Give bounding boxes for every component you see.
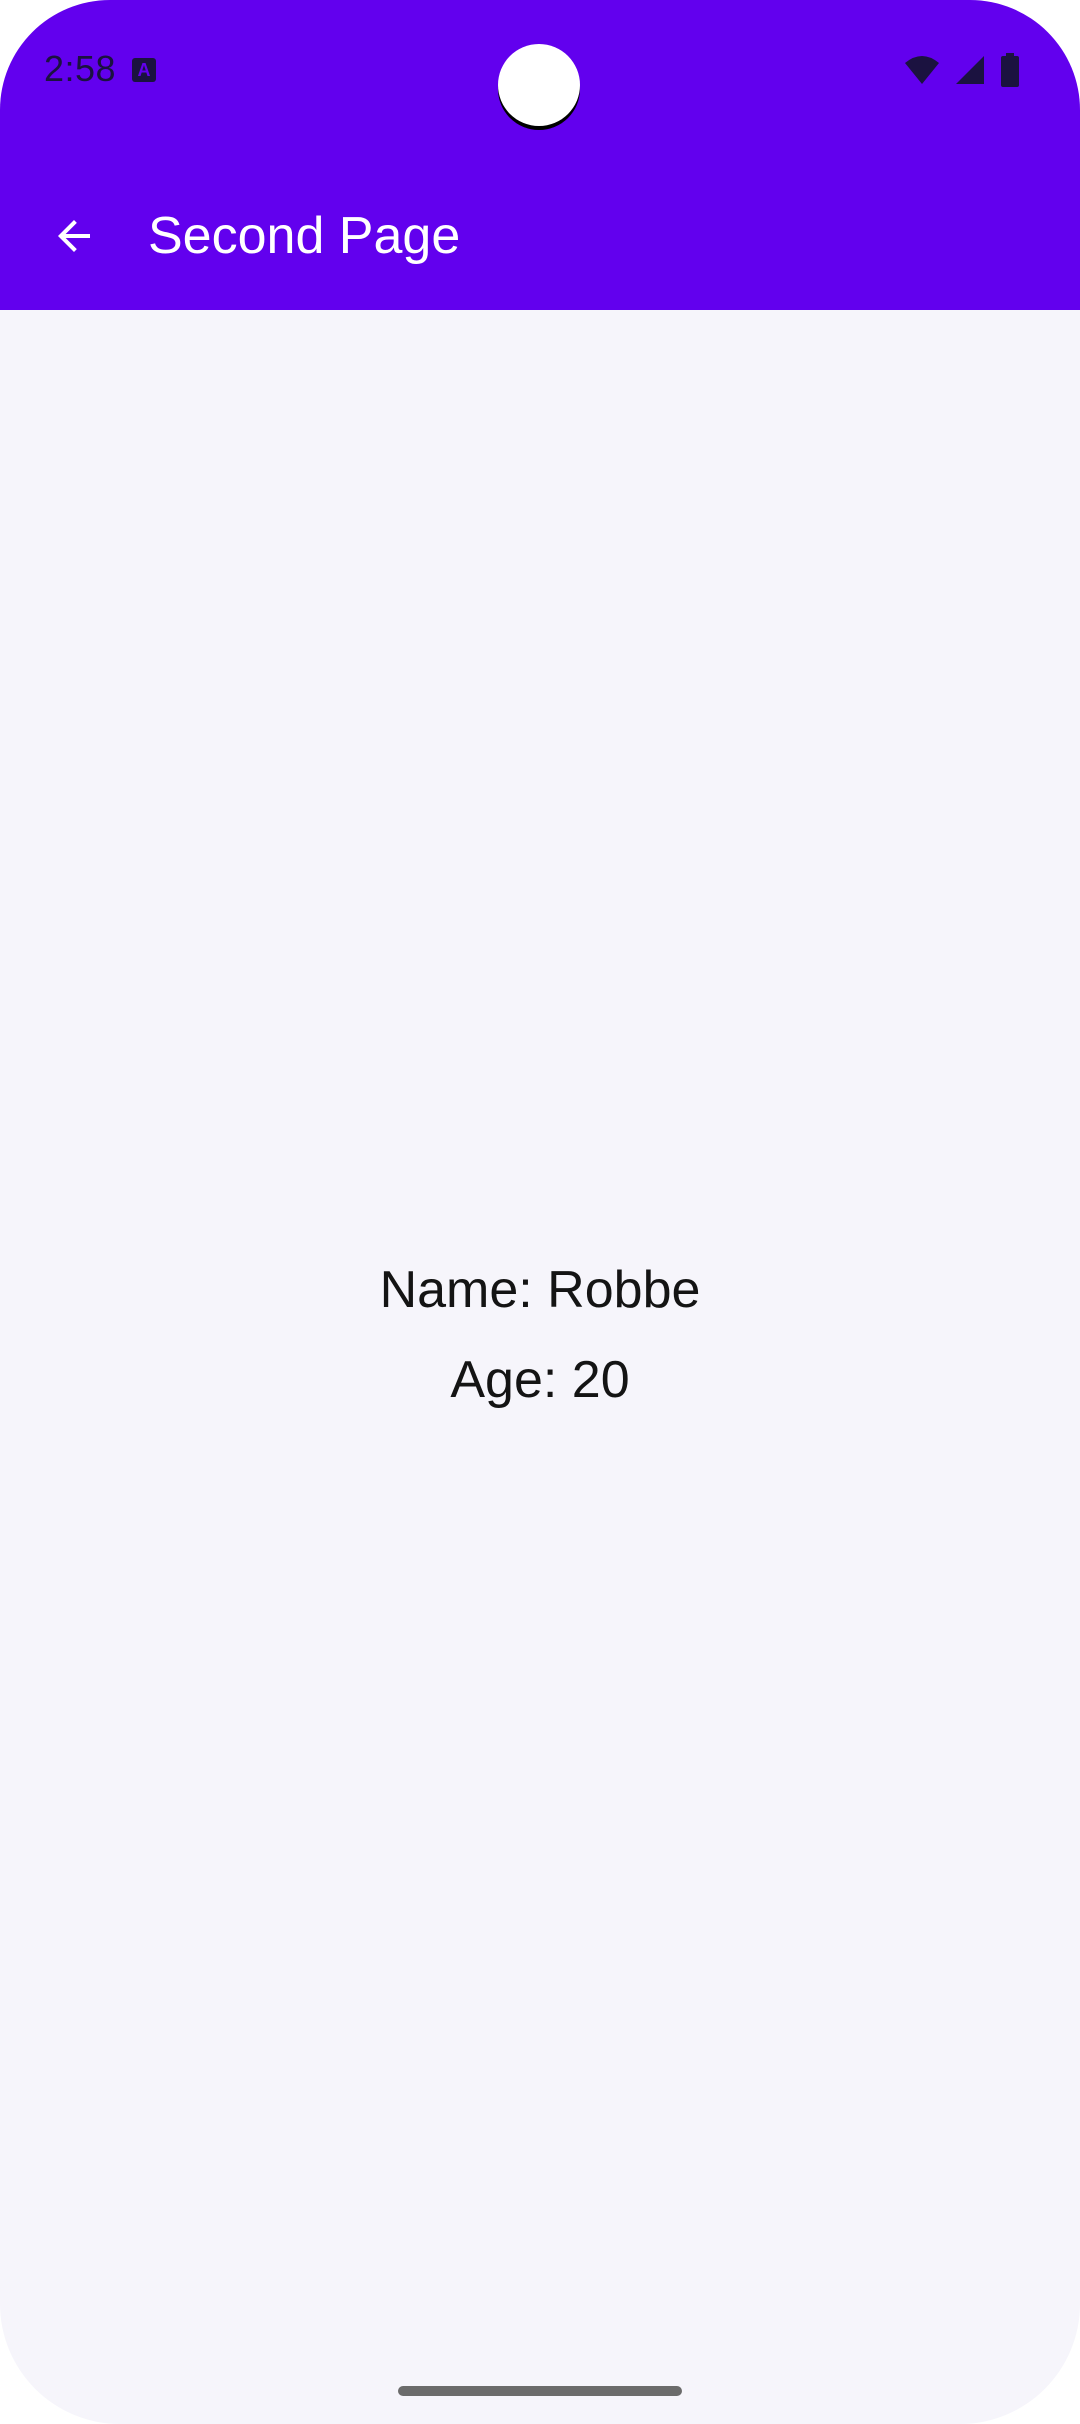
camera-cutout [498, 44, 580, 126]
status-time: 2:58 [44, 48, 117, 89]
home-indicator[interactable] [398, 2386, 682, 2396]
back-button[interactable] [30, 192, 118, 280]
phone-screen: 2:58 A Second Page Name: Robbe Age: 20 [0, 0, 1080, 2424]
status-bar: 2:58 A [0, 0, 1080, 140]
battery-icon [1001, 53, 1019, 87]
wifi-icon [905, 56, 939, 84]
top-app-area: 2:58 A Second Page [0, 0, 1080, 310]
name-text: Name: Robbe [379, 1261, 701, 1319]
signal-icon [956, 56, 984, 84]
main-content: Name: Robbe Age: 20 [0, 310, 1080, 2424]
a-badge-icon: A [132, 58, 156, 82]
app-bar: Second Page [0, 160, 1080, 310]
age-text: Age: 20 [450, 1351, 630, 1409]
status-icons [904, 52, 1020, 88]
arrow-left-icon [58, 220, 90, 252]
page-title: Second Page [148, 207, 461, 265]
